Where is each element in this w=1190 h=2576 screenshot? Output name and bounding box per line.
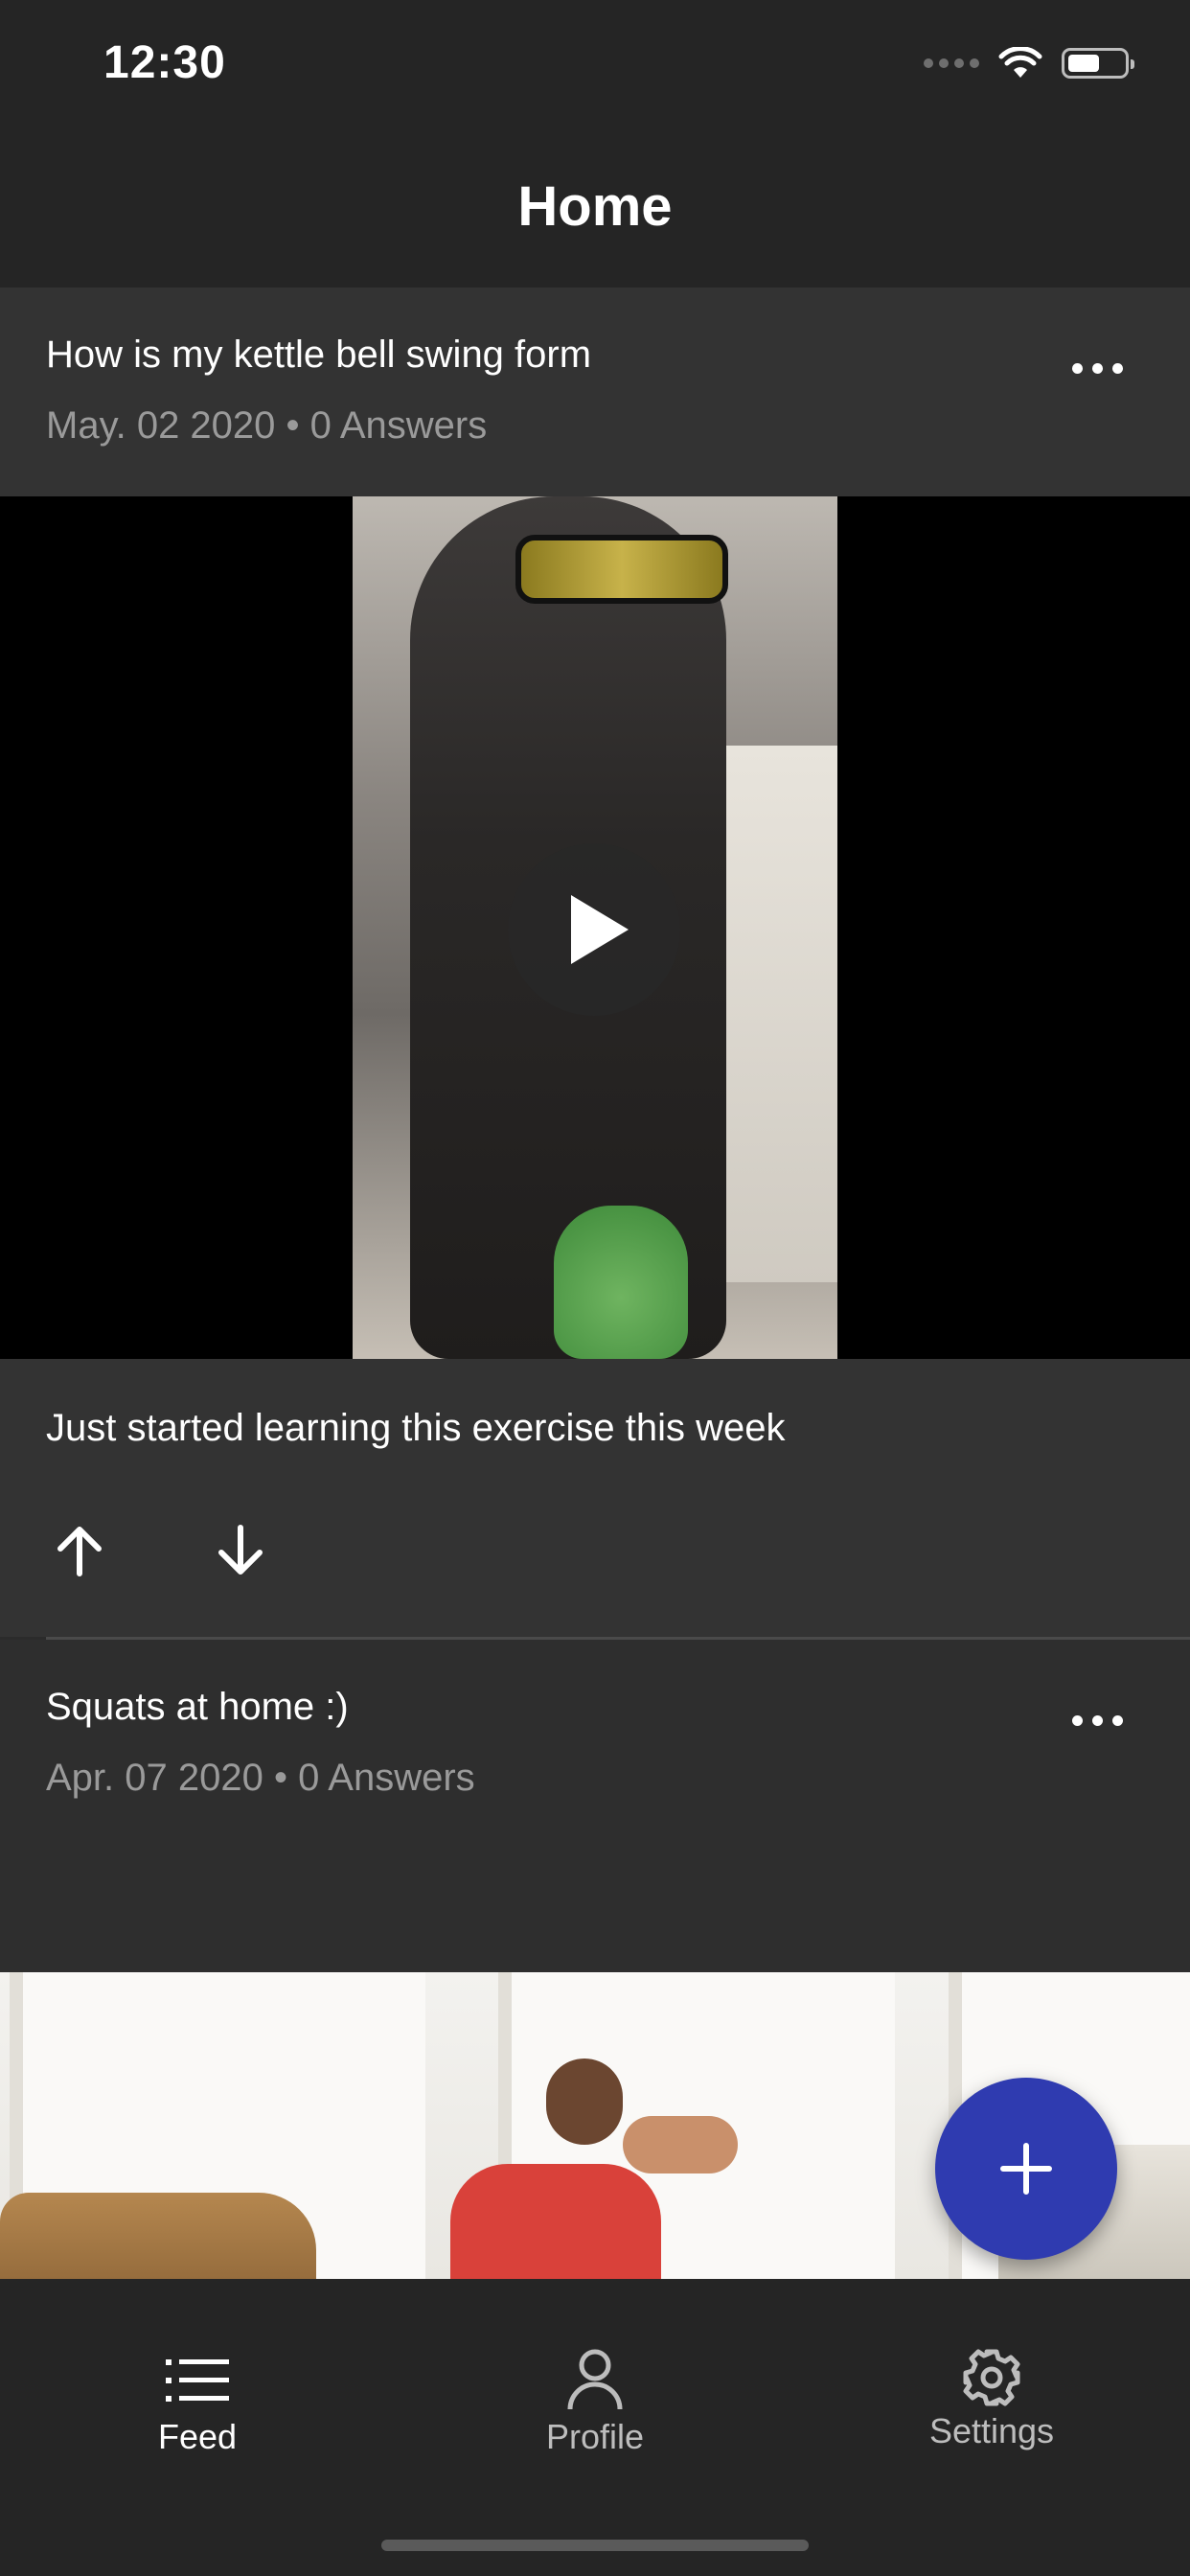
- status-bar: 12:30: [0, 0, 1190, 134]
- plus-icon: [1000, 2143, 1052, 2195]
- play-icon: [571, 895, 629, 964]
- post-date: May. 02 2020: [46, 404, 276, 447]
- navigation-bar: Home: [0, 134, 1190, 288]
- upvote-button[interactable]: [46, 1517, 113, 1584]
- play-button[interactable]: [508, 843, 680, 1016]
- status-time: 12:30: [103, 37, 226, 88]
- post-header[interactable]: Squats at home :) Apr. 07 2020 • 0 Answe…: [0, 1640, 1190, 1972]
- post-header[interactable]: How is my kettle bell swing form May. 02…: [0, 288, 1190, 496]
- post-answers-count: 0 Answers: [309, 404, 488, 447]
- post-answers-count: 0 Answers: [298, 1757, 475, 1799]
- arrow-up-icon: [57, 1527, 102, 1576]
- person-icon: [567, 2349, 623, 2410]
- post-title: Squats at home :): [46, 1686, 349, 1728]
- post-meta: May. 02 2020 • 0 Answers: [46, 404, 487, 448]
- post-meta: Apr. 07 2020 • 0 Answers: [46, 1757, 475, 1800]
- more-options-button[interactable]: [1072, 1701, 1123, 1739]
- more-options-button[interactable]: [1072, 349, 1123, 387]
- post-body: Just started learning this exercise this…: [0, 1359, 1190, 1637]
- post-date: Apr. 07 2020: [46, 1757, 263, 1799]
- tab-label: Profile: [545, 2417, 645, 2456]
- list-icon: [166, 2359, 229, 2402]
- tab-label: Settings: [928, 2411, 1055, 2450]
- post-title: How is my kettle bell swing form: [46, 334, 592, 376]
- tab-feed[interactable]: Feed: [54, 2346, 341, 2471]
- tab-label: Feed: [157, 2417, 238, 2456]
- page-title: Home: [517, 174, 673, 238]
- cellular-signal-icon: [924, 58, 979, 68]
- meta-separator: •: [273, 1757, 299, 1799]
- status-icons: [924, 44, 1134, 82]
- arrow-down-icon: [218, 1525, 263, 1575]
- meta-separator: •: [286, 404, 310, 447]
- add-post-button[interactable]: [935, 2078, 1117, 2260]
- tab-settings[interactable]: Settings: [848, 2346, 1135, 2471]
- downvote-button[interactable]: [207, 1517, 274, 1584]
- tab-bar: Feed Profile Settings: [0, 2279, 1190, 2576]
- tab-profile[interactable]: Profile: [451, 2346, 739, 2471]
- gear-icon: [963, 2349, 1020, 2406]
- home-indicator: [381, 2540, 809, 2551]
- battery-icon: [1062, 48, 1134, 79]
- post-caption: Just started learning this exercise this…: [46, 1407, 786, 1449]
- wifi-icon: [998, 47, 1042, 78]
